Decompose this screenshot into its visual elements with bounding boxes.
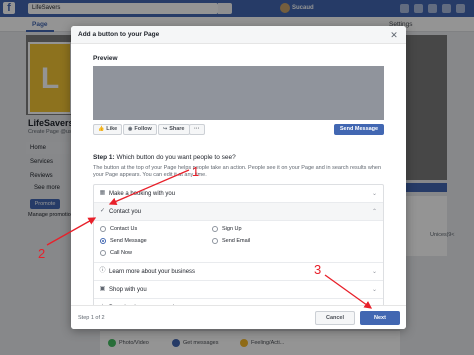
step-description: The button at the top of your Page helps…: [93, 165, 382, 178]
radio-label: Send Email: [222, 238, 251, 244]
option-make-booking[interactable]: ▦ Make a booking with you ⌄: [94, 185, 383, 203]
step-label: Step 1:: [93, 154, 115, 161]
shop-icon: ▣: [99, 286, 106, 292]
preview-follow-button: ◉ Follow: [123, 124, 157, 135]
preview-like-label: Like: [106, 126, 118, 132]
step-question: Which button do you want people to see?: [116, 154, 236, 161]
radio-button[interactable]: [212, 238, 218, 244]
contact-choices-panel: Contact Us Sign Up Send Message Send Ema…: [94, 221, 383, 263]
dialog-title: Add a button to your Page: [78, 31, 160, 38]
chevron-down-icon: ⌄: [371, 191, 377, 197]
radio-call-now[interactable]: Call Now: [100, 250, 132, 256]
preview-action-bar: 👍 Like ◉ Follow ↪ Share ··· Send Message: [93, 122, 384, 138]
share-icon: ↪: [163, 126, 168, 132]
radio-button[interactable]: [212, 226, 218, 232]
step-counter: Step 1 of 2: [78, 315, 105, 321]
chevron-down-icon: ⌄: [371, 269, 377, 275]
preview-heading: Preview: [93, 55, 118, 62]
radio-sign-up[interactable]: Sign Up: [212, 226, 242, 232]
option-label: Learn more about your business: [109, 269, 196, 275]
preview-cover: [93, 66, 384, 120]
add-button-dialog: Add a button to your Page ✕ Preview 👍 Lik…: [71, 26, 406, 329]
calendar-icon: ▦: [99, 190, 106, 196]
radio-send-email[interactable]: Send Email: [212, 238, 250, 244]
preview-share-button: ↪ Share: [158, 124, 190, 135]
preview-share-label: Share: [169, 126, 185, 132]
preview-like-button: 👍 Like: [93, 124, 123, 135]
option-label: Make a booking with you: [109, 191, 176, 197]
button-category-list: ▦ Make a booking with you ⌄ ✓ Contact yo…: [93, 184, 384, 318]
chevron-up-icon: ⌃: [371, 209, 377, 215]
thumbs-up-icon: 👍: [98, 126, 105, 132]
option-shop-with-you[interactable]: ▣ Shop with you ⌄: [94, 281, 383, 299]
rss-icon: ◉: [128, 126, 133, 132]
option-label: Shop with you: [109, 287, 147, 293]
close-icon[interactable]: ✕: [388, 29, 400, 41]
radio-label: Sign Up: [222, 226, 242, 232]
radio-label: Contact Us: [110, 226, 138, 232]
chevron-down-icon: ⌄: [371, 287, 377, 293]
radio-button[interactable]: [100, 250, 106, 256]
option-contact-you[interactable]: ✓ Contact you ⌃: [94, 203, 383, 221]
dialog-footer: Step 1 of 2 Cancel Next: [71, 305, 406, 329]
info-icon: ⓘ: [99, 268, 106, 274]
radio-contact-us[interactable]: Contact Us: [100, 226, 137, 232]
radio-label: Call Now: [110, 250, 133, 256]
preview-send-message-button: Send Message: [334, 124, 384, 135]
dialog-header: Add a button to your Page ✕: [71, 26, 406, 44]
radio-label: Send Message: [110, 238, 147, 244]
radio-send-message[interactable]: Send Message: [100, 238, 147, 244]
preview-follow-label: Follow: [134, 126, 152, 132]
step-heading: Step 1: Which button do you want people …: [93, 154, 236, 161]
radio-button[interactable]: [100, 226, 106, 232]
preview-more-button: ···: [189, 124, 205, 135]
cancel-button[interactable]: Cancel: [315, 311, 355, 325]
check-icon: ✓: [99, 208, 106, 214]
option-label: Contact you: [109, 209, 142, 215]
radio-button-selected[interactable]: [100, 238, 106, 244]
option-learn-more[interactable]: ⓘ Learn more about your business ⌄: [94, 263, 383, 281]
next-button[interactable]: Next: [360, 311, 400, 325]
